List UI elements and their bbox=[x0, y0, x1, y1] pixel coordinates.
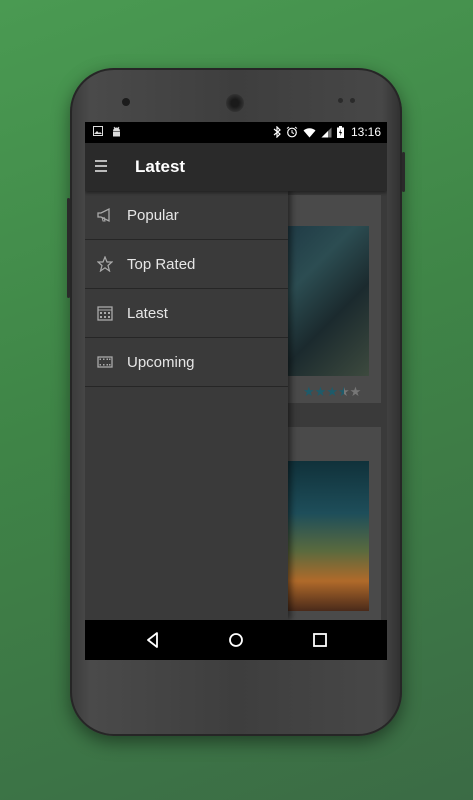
power-button bbox=[402, 152, 405, 192]
status-bar: 13:16 bbox=[85, 122, 387, 143]
bluetooth-icon bbox=[273, 126, 281, 138]
proximity-sensor bbox=[338, 98, 343, 103]
star-icon: ★ bbox=[303, 384, 315, 399]
star-icon: ★ bbox=[349, 384, 362, 399]
light-sensor bbox=[350, 98, 355, 103]
star-half-icon: ★ bbox=[337, 384, 350, 399]
drawer-item-label: Latest bbox=[127, 304, 168, 322]
drawer-item-upcoming[interactable]: Upcoming bbox=[85, 338, 288, 387]
back-icon[interactable] bbox=[143, 630, 163, 650]
calendar-icon bbox=[97, 306, 113, 321]
system-nav-bar bbox=[85, 620, 387, 660]
star-icon bbox=[97, 256, 113, 272]
image-icon bbox=[93, 126, 103, 136]
drawer-item-label: Upcoming bbox=[127, 353, 195, 371]
home-icon[interactable] bbox=[226, 630, 246, 650]
drawer-item-latest[interactable]: Latest bbox=[85, 289, 288, 338]
phone-frame: 13:16 Latest ★★★★★ Popular Top Rated Lat… bbox=[67, 68, 405, 736]
earpiece-speaker bbox=[226, 94, 244, 112]
android-icon bbox=[113, 126, 120, 137]
star-icon: ★ bbox=[314, 384, 327, 399]
alarm-icon bbox=[286, 126, 298, 138]
signal-icon bbox=[321, 127, 332, 137]
status-time: 13:16 bbox=[350, 125, 381, 139]
drawer-item-top-rated[interactable]: Top Rated bbox=[85, 240, 288, 289]
movie-poster[interactable] bbox=[285, 226, 369, 376]
drawer-item-label: Top Rated bbox=[127, 255, 196, 273]
volume-button bbox=[67, 198, 70, 298]
film-icon bbox=[97, 356, 113, 368]
rating-stars: ★★★★★ bbox=[303, 384, 361, 400]
hamburger-icon[interactable] bbox=[95, 160, 107, 175]
battery-charging-icon bbox=[336, 126, 344, 138]
drawer-item-label: Popular bbox=[127, 206, 179, 224]
front-camera bbox=[122, 98, 130, 106]
screen: 13:16 Latest ★★★★★ Popular Top Rated Lat… bbox=[85, 122, 387, 660]
drawer-item-popular[interactable]: Popular bbox=[85, 191, 288, 240]
megaphone-icon bbox=[97, 207, 110, 223]
navigation-drawer: Popular Top Rated Latest Upcoming bbox=[85, 191, 288, 620]
recents-icon[interactable] bbox=[310, 630, 330, 650]
movie-poster[interactable] bbox=[285, 461, 369, 611]
wifi-icon bbox=[303, 127, 316, 137]
app-toolbar: Latest bbox=[85, 143, 387, 191]
star-icon: ★ bbox=[326, 384, 338, 399]
page-title: Latest bbox=[135, 157, 186, 176]
